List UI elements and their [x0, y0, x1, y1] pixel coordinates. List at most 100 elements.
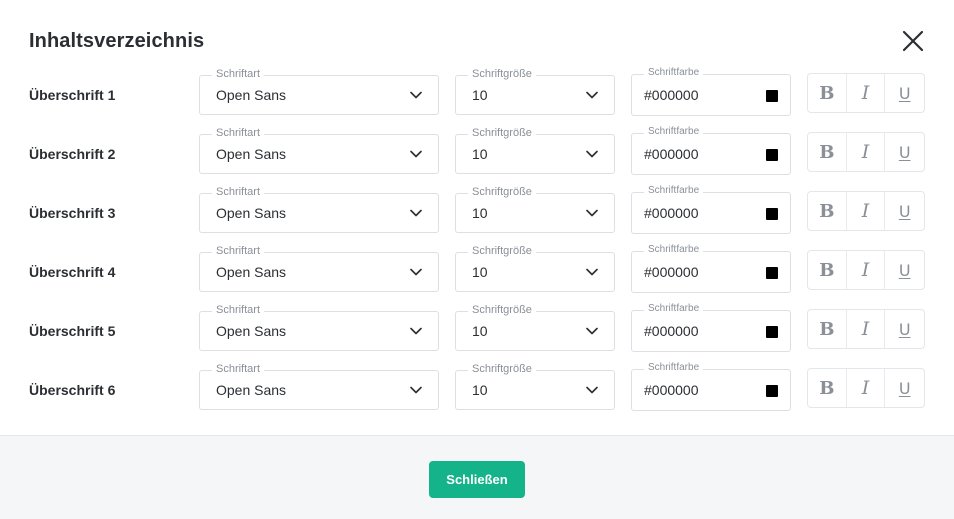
italic-button[interactable]: I	[847, 310, 886, 348]
font-size-label: Schriftgröße	[468, 362, 536, 376]
font-size-select[interactable]: Schriftgröße 10	[455, 185, 615, 233]
heading-row: Überschrift 2 Schriftart Open Sans Schriftg…	[0, 123, 954, 182]
font-family-value: Open Sans	[216, 205, 287, 221]
font-color-input[interactable]: Schriftfarbe #000000	[631, 303, 791, 352]
font-family-select[interactable]: Schriftart Open Sans	[199, 67, 439, 115]
color-swatch[interactable]	[766, 385, 778, 397]
chevron-down-icon	[586, 91, 598, 99]
chevron-down-icon	[586, 150, 598, 158]
font-family-label: Schriftart	[212, 303, 265, 317]
font-color-label: Schriftfarbe	[644, 126, 704, 138]
italic-button[interactable]: I	[847, 192, 886, 230]
heading-label: Überschrift 1	[29, 87, 116, 103]
font-color-label: Schriftfarbe	[644, 244, 704, 256]
font-family-label: Schriftart	[212, 244, 265, 258]
italic-button[interactable]: I	[847, 74, 886, 112]
chevron-down-icon	[410, 327, 422, 335]
font-color-label: Schriftfarbe	[644, 185, 704, 197]
font-family-select[interactable]: Schriftart Open Sans	[199, 303, 439, 351]
font-size-label: Schriftgröße	[468, 67, 536, 81]
font-color-value: #000000	[644, 205, 699, 221]
font-size-label: Schriftgröße	[468, 185, 536, 199]
bold-button[interactable]: B	[808, 251, 847, 289]
underline-button[interactable]: U	[885, 133, 924, 171]
font-family-value: Open Sans	[216, 382, 287, 398]
bold-button[interactable]: B	[808, 192, 847, 230]
chevron-down-icon	[586, 327, 598, 335]
font-size-value: 10	[472, 323, 488, 339]
font-family-select[interactable]: Schriftart Open Sans	[199, 244, 439, 292]
bold-button[interactable]: B	[808, 369, 847, 407]
font-size-value: 10	[472, 205, 488, 221]
chevron-down-icon	[586, 268, 598, 276]
font-family-value: Open Sans	[216, 146, 287, 162]
font-size-value: 10	[472, 382, 488, 398]
font-family-label: Schriftart	[212, 126, 265, 140]
color-swatch[interactable]	[766, 267, 778, 279]
color-swatch[interactable]	[766, 90, 778, 102]
chevron-down-icon	[410, 268, 422, 276]
heading-row: Überschrift 6 Schriftart Open Sans Schriftg…	[0, 359, 954, 418]
heading-label: Überschrift 6	[29, 382, 116, 398]
heading-row: Überschrift 4 Schriftart Open Sans Schriftg…	[0, 241, 954, 300]
bold-button[interactable]: B	[808, 74, 847, 112]
bold-button[interactable]: B	[808, 310, 847, 348]
font-family-label: Schriftart	[212, 362, 265, 376]
font-size-select[interactable]: Schriftgröße 10	[455, 303, 615, 351]
color-swatch[interactable]	[766, 208, 778, 220]
font-size-value: 10	[472, 87, 488, 103]
font-size-label: Schriftgröße	[468, 303, 536, 317]
bold-button[interactable]: B	[808, 133, 847, 171]
italic-button[interactable]: I	[847, 369, 886, 407]
font-size-select[interactable]: Schriftgröße 10	[455, 244, 615, 292]
chevron-down-icon	[586, 386, 598, 394]
dialog-footer: Schließen	[0, 435, 954, 519]
chevron-down-icon	[410, 386, 422, 394]
font-color-input[interactable]: Schriftfarbe #000000	[631, 244, 791, 293]
underline-button[interactable]: U	[885, 369, 924, 407]
italic-button[interactable]: I	[847, 133, 886, 171]
close-button[interactable]: Schließen	[429, 461, 525, 498]
heading-label: Überschrift 4	[29, 264, 116, 280]
font-color-input[interactable]: Schriftfarbe #000000	[631, 126, 791, 175]
font-color-value: #000000	[644, 323, 699, 339]
underline-button[interactable]: U	[885, 251, 924, 289]
font-family-value: Open Sans	[216, 323, 287, 339]
font-color-value: #000000	[644, 146, 699, 162]
font-color-label: Schriftfarbe	[644, 67, 704, 79]
dialog-title: Inhaltsverzeichnis	[29, 30, 205, 52]
font-color-input[interactable]: Schriftfarbe #000000	[631, 185, 791, 234]
font-size-select[interactable]: Schriftgröße 10	[455, 362, 615, 410]
heading-row: Überschrift 3 Schriftart Open Sans Schriftg…	[0, 182, 954, 241]
heading-settings-list: Überschrift 1 Schriftart Open Sans Schriftg…	[0, 64, 954, 434]
font-family-select[interactable]: Schriftart Open Sans	[199, 362, 439, 410]
underline-button[interactable]: U	[885, 74, 924, 112]
font-family-select[interactable]: Schriftart Open Sans	[199, 126, 439, 174]
font-color-input[interactable]: Schriftfarbe #000000	[631, 67, 791, 116]
color-swatch[interactable]	[766, 149, 778, 161]
font-color-label: Schriftfarbe	[644, 303, 704, 315]
font-family-value: Open Sans	[216, 264, 287, 280]
heading-row: Überschrift 5 Schriftart Open Sans Schriftg…	[0, 300, 954, 359]
font-family-label: Schriftart	[212, 67, 265, 81]
font-color-value: #000000	[644, 264, 699, 280]
font-size-select[interactable]: Schriftgröße 10	[455, 126, 615, 174]
font-family-label: Schriftart	[212, 185, 265, 199]
font-family-select[interactable]: Schriftart Open Sans	[199, 185, 439, 233]
font-size-select[interactable]: Schriftgröße 10	[455, 67, 615, 115]
chevron-down-icon	[586, 209, 598, 217]
toc-dialog: Inhaltsverzeichnis Überschrift 1 Schrifta…	[0, 0, 954, 519]
close-icon[interactable]	[899, 27, 927, 55]
chevron-down-icon	[410, 150, 422, 158]
font-size-label: Schriftgröße	[468, 244, 536, 258]
font-color-input[interactable]: Schriftfarbe #000000	[631, 362, 791, 411]
underline-button[interactable]: U	[885, 310, 924, 348]
text-format-group: BIU	[807, 368, 925, 408]
font-color-label: Schriftfarbe	[644, 362, 704, 374]
underline-button[interactable]: U	[885, 192, 924, 230]
italic-button[interactable]: I	[847, 251, 886, 289]
text-format-group: BIU	[807, 309, 925, 349]
font-family-value: Open Sans	[216, 87, 287, 103]
heading-label: Überschrift 2	[29, 146, 116, 162]
color-swatch[interactable]	[766, 326, 778, 338]
